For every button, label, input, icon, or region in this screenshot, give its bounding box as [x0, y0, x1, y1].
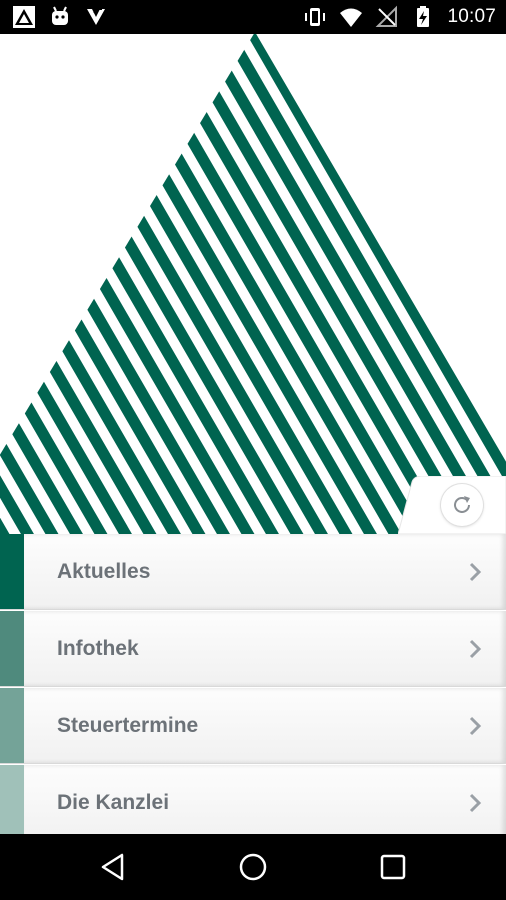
recents-button[interactable]: [377, 851, 409, 883]
menu-accent: [0, 534, 24, 609]
menu-item-label: Steuertermine: [57, 714, 199, 737]
system-nav-bar: [0, 834, 506, 900]
refresh-button[interactable]: [441, 484, 483, 526]
menu-accent: [0, 765, 24, 840]
chevron-right-icon: [469, 562, 482, 582]
chevron-right-icon: [469, 639, 482, 659]
warning-icon: [12, 5, 36, 29]
refresh-icon: [454, 496, 470, 513]
menu-item-steuertermine[interactable]: Steuertermine: [0, 688, 506, 764]
menu-item-label: Die Kanzlei: [57, 791, 170, 814]
home-icon: [239, 853, 267, 881]
vibrate-icon: [303, 5, 327, 29]
striped-triangle-logo: [0, 34, 506, 534]
chevron-right-icon: [469, 793, 482, 813]
status-bar: 10:07: [0, 0, 506, 34]
android-debug-icon: [48, 5, 72, 29]
back-icon: [101, 853, 124, 881]
menu-item-label: Infothek: [57, 637, 139, 660]
home-button[interactable]: [237, 851, 269, 883]
recents-icon: [380, 854, 406, 880]
chevron-right-icon: [469, 716, 482, 736]
main-menu: Aktuelles Infothek Steuertermine Die Kan…: [0, 534, 506, 842]
menu-item-die-kanzlei[interactable]: Die Kanzlei: [0, 765, 506, 841]
menu-accent: [0, 611, 24, 686]
menu-item-infothek[interactable]: Infothek: [0, 611, 506, 687]
menu-accent: [0, 688, 24, 763]
battery-charging-icon: [411, 5, 435, 29]
menu-item-aktuelles[interactable]: Aktuelles: [0, 534, 506, 610]
back-button[interactable]: [98, 851, 130, 883]
wifi-icon: [339, 5, 363, 29]
menu-item-label: Aktuelles: [57, 560, 151, 583]
status-clock: 10:07: [447, 6, 496, 27]
hero-banner: [0, 34, 506, 534]
download-arrow-icon: [84, 5, 108, 29]
no-signal-icon: [375, 5, 399, 29]
